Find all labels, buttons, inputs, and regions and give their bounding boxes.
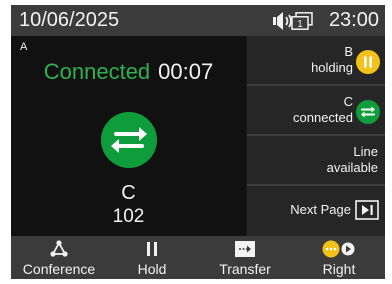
next-page-button[interactable]: Next Page [247,186,385,236]
active-call-panel: A Connected 00:07 C 102 [11,36,246,236]
transfer-softkey[interactable]: Transfer [197,236,293,279]
call-status: Connected [43,59,151,84]
pause-icon [145,240,159,263]
transfer-arrows-icon [356,100,380,124]
transfer-icon [234,240,256,263]
line-indicator-number: 1 [297,19,303,30]
line-keys-panel: B holding C connected Line available Nex… [247,36,385,236]
conference-softkey[interactable]: Conference [11,236,107,279]
more-right-icon [321,240,357,263]
transfer-arrows-icon [101,112,157,168]
contact-number: 102 [112,206,145,227]
line-key-status: holding [311,60,353,75]
status-bar: 10/06/2025 1 23:00 [11,5,385,36]
softkey-bar: Conference Hold Transfer Right [11,236,385,279]
next-page-icon [355,200,379,220]
softkey-label: Hold [137,261,167,277]
status-time: 23:00 [328,9,379,31]
line-key-status: available [326,160,378,175]
line-key-label: Line [353,144,378,159]
conference-icon [50,240,68,263]
softkey-label: Conference [22,261,96,277]
next-page-label: Next Page [290,202,351,217]
line-key-label: C [343,94,353,109]
pause-icon [356,50,380,74]
softkey-label: Transfer [219,261,271,277]
line-key-status: connected [293,110,353,125]
line-indicator-icon: 1 [291,12,313,30]
contact-name: C [121,182,136,204]
softkey-label: Right [322,261,356,277]
call-timer: 00:07 [158,59,214,84]
hold-softkey[interactable]: Hold [107,236,197,279]
line-key-label: B [344,44,353,59]
line-key-b[interactable]: B holding [247,36,385,86]
line-key-c[interactable]: C connected [247,86,385,136]
phone-screen: 10/06/2025 1 23:00 A Connected 00:07 C 1… [11,5,385,279]
line-key-available[interactable]: Line available [247,136,385,186]
call-state: Connected 00:07 [11,58,246,86]
line-label: A [20,41,28,53]
right-softkey[interactable]: Right [293,236,385,279]
status-date: 10/06/2025 [19,9,120,31]
